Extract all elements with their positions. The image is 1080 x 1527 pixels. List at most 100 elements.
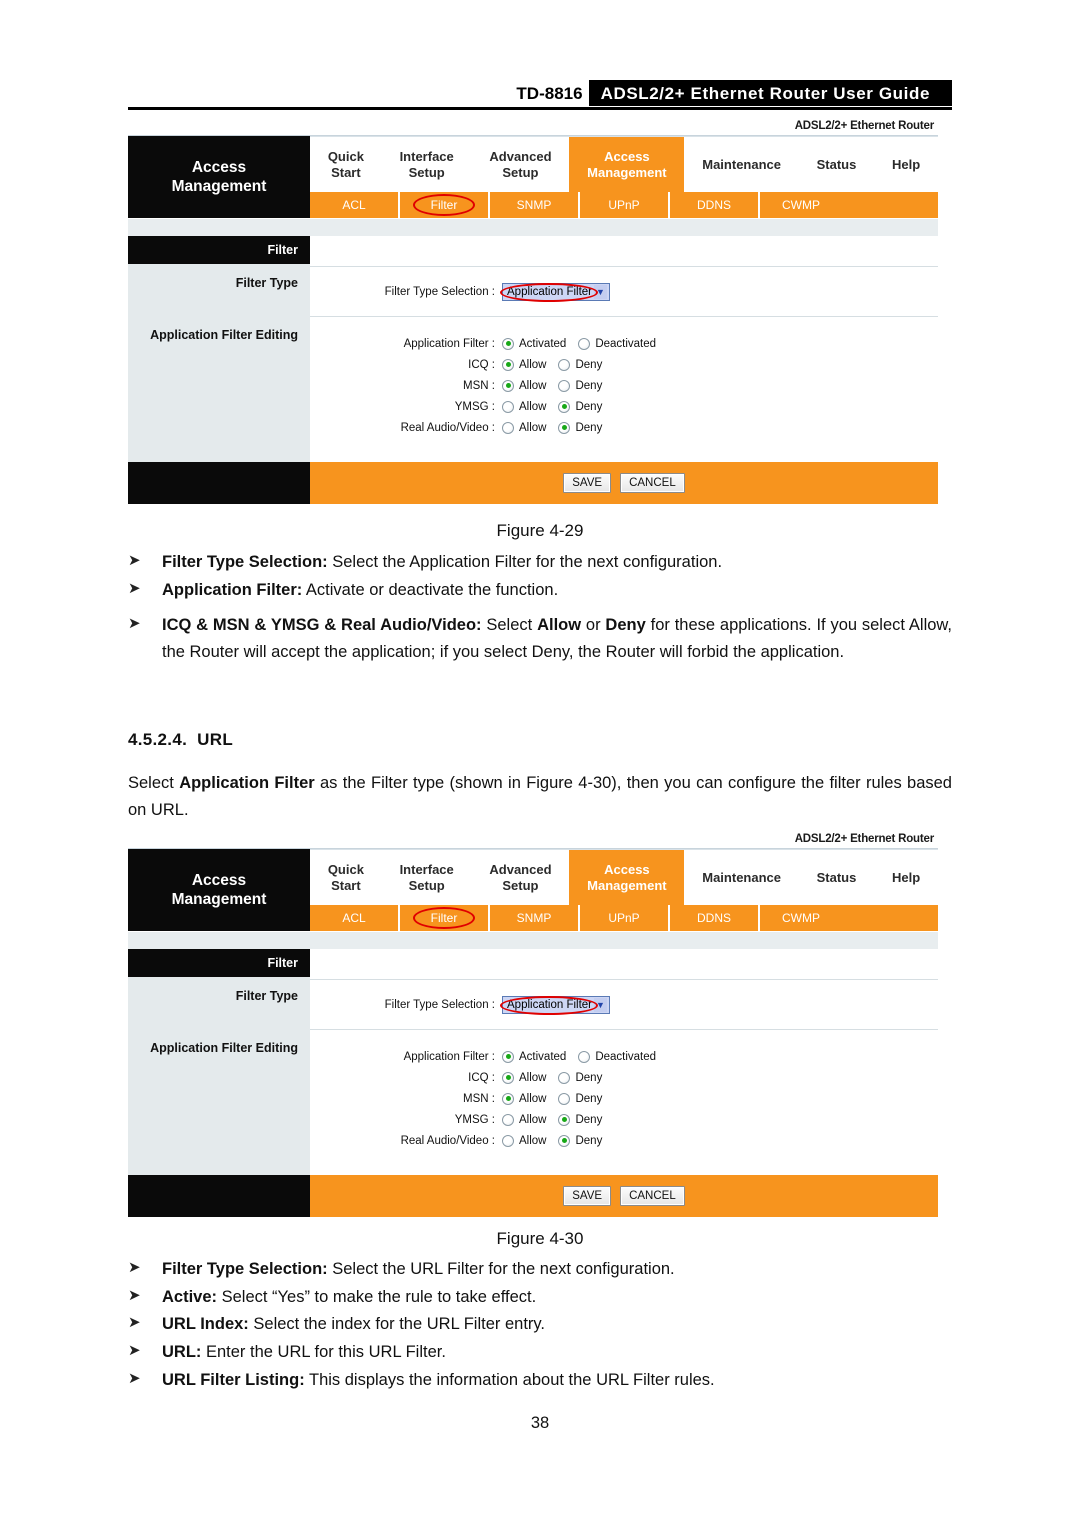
sub-tab-label: Filter: [430, 911, 458, 925]
radio-option-allow[interactable]: Allow: [502, 379, 547, 392]
radio-button-icon[interactable]: [502, 421, 514, 434]
sub-tab-label: UPnP: [608, 911, 640, 925]
sub-tab-label: UPnP: [608, 198, 640, 212]
main-tab-status[interactable]: Status: [799, 137, 874, 192]
main-tab-maintenance[interactable]: Maintenance: [684, 137, 798, 192]
radio-option-deny[interactable]: Deny: [558, 1092, 603, 1105]
filter-type-selection-row: Filter Type Selection : Application Filt…: [310, 283, 938, 302]
sub-tab-upnp[interactable]: UPnP: [580, 905, 670, 931]
radio-option-label: Activated: [519, 1050, 567, 1063]
action-bar-spacer-2: [128, 1175, 310, 1218]
radio-option-deactivated[interactable]: Deactivated: [578, 337, 656, 350]
radio-option-deny[interactable]: Deny: [558, 400, 602, 413]
radio-row: Real Audio/Video : Allow Deny: [310, 417, 938, 438]
radio-option-deactivated[interactable]: Deactivated: [578, 1050, 656, 1063]
main-tab-interface[interactable]: Interface Setup: [382, 137, 472, 192]
sub-tab-acl[interactable]: ACL: [310, 905, 400, 931]
radio-button-icon[interactable]: [502, 400, 514, 413]
radio-option-allow[interactable]: Allow: [502, 1071, 547, 1084]
sub-tab-filter[interactable]: Filter: [400, 905, 490, 931]
radio-option-label: Allow: [519, 1071, 547, 1084]
main-tab-access[interactable]: Access Management: [569, 137, 685, 192]
router-side-labels-2: Filter Filter Type Application Filter Ed…: [128, 949, 310, 1175]
radio-option-deny[interactable]: Deny: [558, 1134, 602, 1147]
radio-button-icon[interactable]: [558, 1134, 571, 1147]
radio-option-allow[interactable]: Allow: [502, 421, 546, 434]
radio-row: MSN : Allow Deny: [310, 375, 938, 396]
radio-option-deny[interactable]: Deny: [558, 379, 602, 392]
router-content-panel-2: Filter Filter Type Application Filter Ed…: [128, 949, 938, 1175]
radio-option-deny[interactable]: Deny: [558, 358, 602, 371]
radio-button-icon[interactable]: [502, 358, 514, 371]
filter-type-selection-row-2: Filter Type Selection : Application Filt…: [310, 996, 938, 1015]
radio-button-icon[interactable]: [502, 1071, 514, 1084]
radio-button-icon[interactable]: [578, 337, 591, 350]
sub-tab-snmp[interactable]: SNMP: [490, 192, 580, 218]
radio-option-deny[interactable]: Deny: [558, 1113, 602, 1126]
radio-button-icon[interactable]: [558, 421, 571, 434]
radio-option-deny[interactable]: Deny: [558, 1071, 602, 1084]
page-number: 38: [530, 1414, 550, 1432]
radio-option-allow[interactable]: Allow: [502, 1134, 546, 1147]
filter-type-select[interactable]: Application Filter ▼: [500, 283, 611, 302]
radio-button-icon[interactable]: [558, 1071, 571, 1084]
cancel-button[interactable]: CANCEL: [620, 473, 685, 494]
radio-button-icon[interactable]: [558, 379, 571, 392]
radio-option-allow[interactable]: Allow: [502, 400, 546, 413]
main-tab-advanced[interactable]: Advanced Setup: [472, 137, 570, 192]
chevron-down-icon-2: ▼: [594, 998, 608, 1012]
radio-row: Application Filter : Activated Deactivated: [310, 1046, 938, 1067]
radio-option-allow[interactable]: Allow: [502, 1113, 546, 1126]
filter-type-select-2[interactable]: Application Filter ▼: [500, 996, 611, 1015]
main-tab-help[interactable]: Help: [874, 850, 938, 905]
radio-button-icon[interactable]: [502, 1134, 514, 1147]
main-tab-maintenance[interactable]: Maintenance: [684, 850, 798, 905]
radio-button-icon[interactable]: [558, 358, 571, 371]
bullet-item: ➤ Application Filter: Activate or deactiv…: [128, 577, 952, 604]
main-tab-access[interactable]: Access Management: [569, 850, 685, 905]
main-tab-advanced[interactable]: Advanced Setup: [472, 850, 570, 905]
bullet-rest: Select “Yes” to make the rule to take ef…: [217, 1287, 537, 1306]
save-button-2[interactable]: SAVE: [563, 1186, 612, 1207]
main-tab-quick[interactable]: Quick Start: [310, 850, 382, 905]
main-tab-help[interactable]: Help: [874, 137, 938, 192]
radio-button-icon[interactable]: [502, 379, 514, 392]
radio-button-icon[interactable]: [502, 1050, 514, 1063]
main-tab-status[interactable]: Status: [799, 850, 874, 905]
radio-option-allow[interactable]: Allow: [502, 1092, 546, 1105]
sub-tab-snmp[interactable]: SNMP: [490, 905, 580, 931]
radio-button-icon[interactable]: [502, 337, 514, 350]
radio-option-deny[interactable]: Deny: [558, 421, 602, 434]
sub-tab-ddns[interactable]: DDNS: [670, 192, 760, 218]
sub-tab-ddns[interactable]: DDNS: [670, 905, 760, 931]
main-tab-quick[interactable]: Quick Start: [310, 137, 382, 192]
radio-option-label: Allow: [519, 379, 547, 392]
radio-option-activated[interactable]: Activated: [502, 337, 566, 350]
radio-button-icon[interactable]: [558, 1113, 571, 1126]
sub-tab-cwmp[interactable]: CWMP: [760, 192, 938, 218]
radio-button-icon[interactable]: [558, 1092, 571, 1105]
section-number: 4.5.2.4.: [128, 730, 188, 749]
radio-button-icon[interactable]: [578, 1050, 591, 1063]
bullet-item: ➤ Filter Type Selection: Select the URL F…: [128, 1256, 952, 1283]
radio-button-icon[interactable]: [502, 1092, 514, 1105]
router-sidebar-brand-2: Access Management: [128, 849, 310, 931]
main-tab-interface[interactable]: Interface Setup: [382, 850, 472, 905]
sub-tab-filter[interactable]: Filter: [400, 192, 490, 218]
bullet-marker: ➤: [128, 615, 141, 632]
main-tab-label: Interface: [399, 861, 454, 877]
radio-button-icon[interactable]: [558, 400, 571, 413]
sidebar-brand-line1-2: Access: [191, 871, 247, 889]
main-tab-label: Help: [891, 869, 921, 885]
sub-tab-upnp[interactable]: UPnP: [580, 192, 670, 218]
sub-tab-acl[interactable]: ACL: [310, 192, 400, 218]
bullet-bold-lead: ICQ & MSN & YMSG & Real Audio/Video:: [162, 616, 482, 634]
radio-option-activated[interactable]: Activated: [502, 1050, 567, 1063]
cancel-button-2[interactable]: CANCEL: [620, 1186, 685, 1207]
radio-option-label: Deny: [575, 1092, 603, 1105]
radio-button-icon[interactable]: [502, 1113, 514, 1126]
router-action-bar-2: SAVE CANCEL: [128, 1175, 938, 1218]
sub-tab-cwmp[interactable]: CWMP: [760, 905, 938, 931]
radio-option-allow[interactable]: Allow: [502, 358, 546, 371]
save-button[interactable]: SAVE: [563, 473, 612, 494]
